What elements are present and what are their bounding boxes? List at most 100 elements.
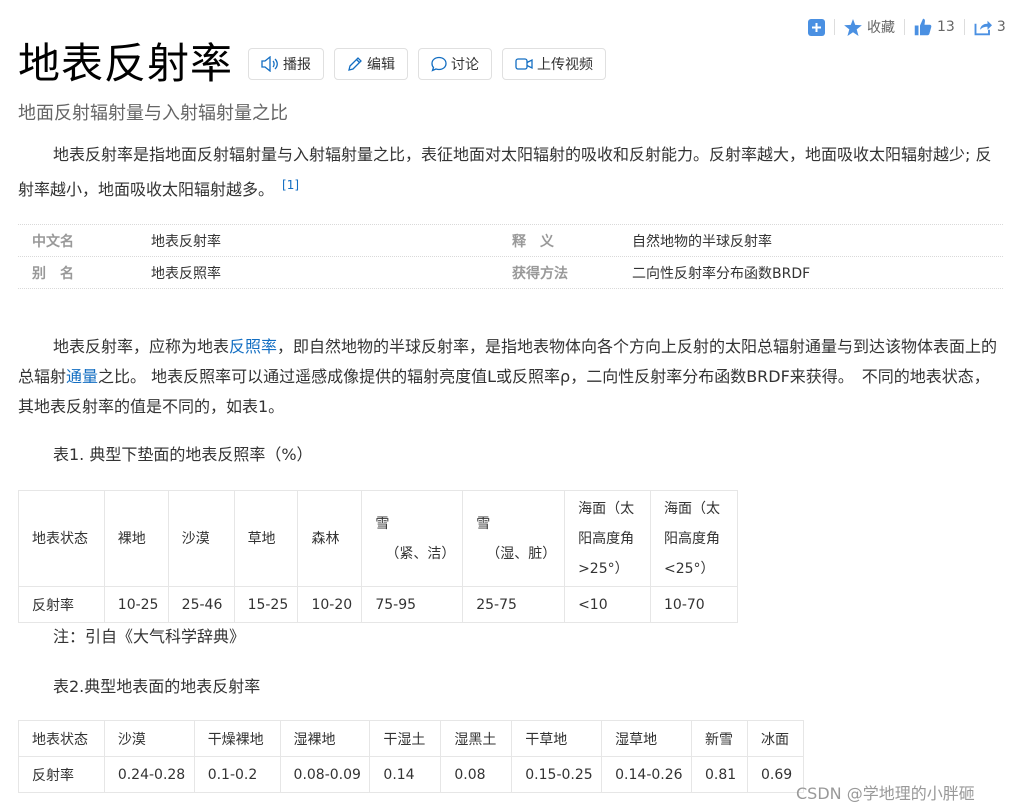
table-cell: 10-70 — [650, 586, 738, 623]
info-value: 自然地物的半球反射率 — [632, 233, 772, 250]
header-cell: 草地 — [233, 490, 299, 587]
header-cell: 新雪 — [691, 720, 748, 757]
table-cell: 0.1-0.2 — [193, 756, 281, 793]
header-cell: 地表状态 — [18, 720, 105, 757]
share-button[interactable]: 3 — [974, 19, 1006, 36]
header-cell: 沙漠 — [167, 490, 235, 587]
header-cell: 干草地 — [511, 720, 603, 757]
header-text: <25°） — [664, 560, 715, 577]
reference-link[interactable]: [1] — [282, 178, 299, 192]
table-cell: 0.24-0.28 — [103, 756, 195, 793]
table-cell: 10-20 — [297, 586, 363, 623]
info-row: 别 名 地表反照率 获得方法 二向性反射率分布函数BRDF — [18, 257, 1003, 288]
body-text: 地表反射率，应称为地表 — [53, 337, 230, 356]
table-cell: 0.14 — [369, 756, 442, 793]
header-cell: 干燥裸地 — [193, 720, 281, 757]
header-cell: 沙漠 — [103, 720, 195, 757]
header-text: 阳高度角 — [664, 530, 720, 547]
table-row: 反射率 0.24-0.28 0.1-0.2 0.08-0.09 0.14 0.0… — [18, 756, 805, 793]
header-cell: 湿草地 — [601, 720, 693, 757]
header-cell: 雪 （紧、洁） — [361, 490, 464, 587]
subtitle: 地面反射辐射量与入射辐射量之比 — [18, 103, 288, 124]
table-cell: 10-25 — [103, 586, 169, 623]
info-value: 地表反照率 — [151, 265, 221, 282]
discuss-button[interactable]: 讨论 — [418, 48, 493, 80]
share-icon — [974, 20, 992, 35]
favorite-label: 收藏 — [867, 20, 895, 36]
header-cell: 干湿土 — [369, 720, 442, 757]
albedo-link[interactable]: 反照率 — [229, 337, 277, 356]
pencil-icon — [348, 57, 362, 71]
table-header-row: 地表状态 裸地 沙漠 草地 森林 雪 （紧、洁） 雪 （湿、脏） 海面（太阳高度角 >… — [18, 490, 738, 587]
table-row: 反射率 10-25 25-46 15-25 10-20 75-95 25-75 … — [18, 586, 738, 623]
header-cell: 森林 — [297, 490, 363, 587]
info-value: 二向性反射率分布函数BRDF — [632, 265, 811, 282]
header-text: （湿、脏） — [486, 545, 557, 562]
star-icon — [844, 18, 862, 36]
info-key: 别 名 — [32, 265, 74, 282]
info-row: 中文名 地表反射率 释 义 自然地物的半球反射率 — [18, 225, 1003, 256]
basic-info-box: 中文名 地表反射率 释 义 自然地物的半球反射率 别 名 地表反照率 获得方法 … — [18, 224, 1003, 289]
table-cell: 25-75 — [462, 586, 566, 623]
table-cell: 25-46 — [167, 586, 235, 623]
table1-note: 注：引自《大气科学辞典》 — [53, 627, 246, 646]
header-text: 雪 — [375, 515, 390, 532]
add-button[interactable] — [808, 18, 825, 36]
title-row: 地表反射率 播报 编辑 讨论 上传视频 — [18, 38, 616, 90]
body-paragraph: 地表反射率，应称为地表反照率，即自然地物的半球反射率，是指地表物体向各个方向上反… — [18, 332, 1003, 422]
header-text: >25°） — [578, 560, 629, 577]
header-cell: 湿裸地 — [279, 720, 371, 757]
albedo-table-1: 地表状态 裸地 沙漠 草地 森林 雪 （紧、洁） 雪 （湿、脏） 海面（太阳高度角 >… — [18, 490, 738, 623]
edit-button[interactable]: 编辑 — [334, 48, 409, 80]
table-cell: 0.14-0.26 — [601, 756, 693, 793]
thumbs-up-icon — [914, 18, 932, 36]
broadcast-label: 播报 — [283, 57, 312, 73]
favorite-button[interactable]: 收藏 — [844, 17, 895, 37]
table-cell: 0.08 — [440, 756, 513, 793]
header-cell: 裸地 — [103, 490, 169, 587]
summary-paragraph: 地表反射率是指地面反射辐射量与入射辐射量之比，表征地面对太阳辐射的吸收和反射能力… — [18, 140, 1003, 205]
header-cell: 雪 （湿、脏） — [462, 490, 566, 587]
table-cell: 0.81 — [691, 756, 748, 793]
header-cell: 地表状态 — [18, 490, 105, 587]
table-cell: 75-95 — [361, 586, 464, 623]
like-button[interactable]: 13 — [914, 18, 955, 36]
divider — [834, 19, 835, 35]
header-text: 雪 — [476, 515, 491, 532]
table-cell: <10 — [564, 586, 651, 623]
divider — [904, 19, 905, 35]
video-icon — [515, 58, 533, 70]
top-action-bar: 收藏 13 3 — [808, 14, 1022, 40]
row-label-cell: 反射率 — [18, 586, 105, 623]
table-cell: 15-25 — [233, 586, 299, 623]
header-cell: 海面（太阳高度角 <25°） — [650, 490, 738, 587]
info-key: 获得方法 — [512, 265, 568, 282]
discuss-label: 讨论 — [451, 57, 480, 73]
page-title: 地表反射率 — [18, 39, 234, 88]
watermark: CSDN @学地理的小胖砸 — [796, 784, 975, 803]
info-value: 地表反射率 — [151, 233, 221, 250]
table1-caption: 表1. 典型下垫面的地表反照率（%） — [53, 445, 313, 464]
edit-label: 编辑 — [367, 57, 396, 73]
header-cell: 湿黑土 — [440, 720, 513, 757]
divider — [18, 288, 1003, 289]
header-cell: 海面（太阳高度角 >25°） — [564, 490, 651, 587]
plus-square-icon — [808, 18, 825, 36]
info-key: 中文名 — [32, 233, 74, 250]
header-text: 阳高度角 — [578, 530, 635, 547]
share-count: 3 — [996, 19, 1006, 35]
upload-video-button[interactable]: 上传视频 — [502, 48, 607, 80]
header-text: 海面（太 — [664, 500, 720, 517]
broadcast-button[interactable]: 播报 — [248, 48, 325, 80]
header-text: 海面（太 — [578, 500, 635, 517]
summary-text: 地表反射率是指地面反射辐射量与入射辐射量之比，表征地面对太阳辐射的吸收和反射能力… — [18, 145, 992, 199]
flux-link[interactable]: 通量 — [66, 367, 98, 386]
table2-caption: 表2.典型地表面的地表反射率 — [53, 677, 261, 696]
table-header-row: 地表状态 沙漠 干燥裸地 湿裸地 干湿土 湿黑土 干草地 湿草地 新雪 冰面 — [18, 720, 805, 757]
header-cell: 冰面 — [746, 720, 805, 757]
table-cell: 0.08-0.09 — [279, 756, 371, 793]
table-cell: 0.15-0.25 — [511, 756, 603, 793]
divider — [963, 19, 965, 35]
speaker-icon — [261, 56, 278, 72]
upload-video-label: 上传视频 — [537, 57, 594, 73]
